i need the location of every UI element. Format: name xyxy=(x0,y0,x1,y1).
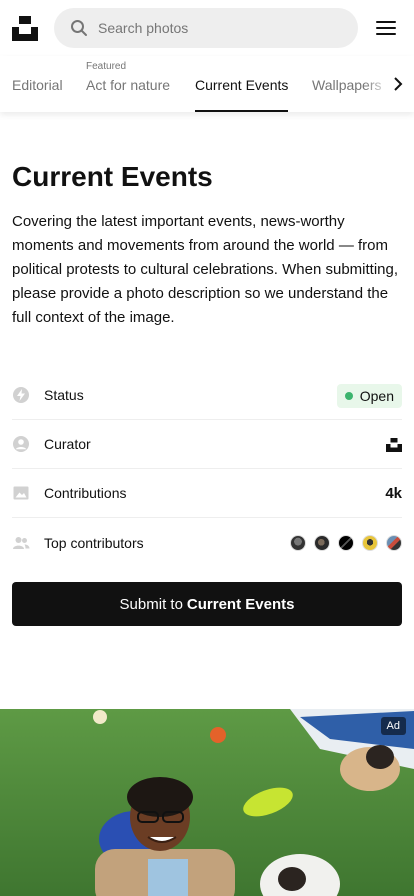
avatar[interactable] xyxy=(290,534,306,551)
page-title: Current Events xyxy=(12,161,213,192)
topic-description: Covering the latest important events, ne… xyxy=(12,213,399,326)
tab-label: Act for nature xyxy=(86,77,171,93)
ad-illustration xyxy=(0,709,414,896)
avatar[interactable] xyxy=(362,534,378,551)
chevron-right-icon[interactable] xyxy=(390,76,406,92)
status-badge: Open xyxy=(336,383,402,408)
submit-prefix: Submit to xyxy=(119,595,183,613)
status-dot xyxy=(344,391,353,400)
active-tab-indicator xyxy=(195,110,288,112)
user-icon xyxy=(12,435,30,453)
search-bar[interactable] xyxy=(54,8,358,48)
menu-icon[interactable] xyxy=(376,21,396,35)
avatar[interactable] xyxy=(386,534,402,551)
users-icon xyxy=(12,534,30,552)
tab-label: Current Events xyxy=(195,77,289,93)
tab-label: Editorial xyxy=(12,77,63,93)
tab-featured-kicker: Featured xyxy=(86,61,127,72)
contributions-count: 4k xyxy=(385,485,402,502)
contributions-label: Contributions xyxy=(44,485,127,501)
submit-button[interactable]: Submit to Current Events xyxy=(12,582,402,626)
lightning-icon xyxy=(12,386,30,404)
ad-badge: Ad xyxy=(380,717,406,735)
top-contributors-label: Top contributors xyxy=(44,534,144,551)
avatar[interactable] xyxy=(338,534,354,551)
top-header xyxy=(0,0,414,56)
ad-image[interactable]: Ad xyxy=(0,709,414,896)
contributions-row: Contributions 4k xyxy=(12,469,402,518)
topic-tabs: Editorial Featured Act for nature Curren… xyxy=(0,56,414,112)
topic-info: Status Open Curator Contributions 4k Top… xyxy=(12,371,402,567)
image-icon xyxy=(12,484,30,502)
avatar[interactable] xyxy=(314,534,330,551)
status-row: Status Open xyxy=(12,371,402,420)
tab-current-events[interactable]: Current Events xyxy=(195,56,288,112)
curator-label: Curator xyxy=(44,436,91,452)
curator-row: Curator xyxy=(12,420,402,469)
search-icon[interactable] xyxy=(70,19,88,37)
submit-topic: Current Events xyxy=(186,595,295,613)
curator-unsplash-logo[interactable] xyxy=(386,437,402,453)
status-value: Open xyxy=(359,387,394,404)
contributor-avatars xyxy=(282,518,402,567)
search-input[interactable] xyxy=(98,20,338,36)
unsplash-logo[interactable] xyxy=(12,15,38,41)
status-label: Status xyxy=(44,387,84,403)
tab-scroll-fade xyxy=(364,56,414,112)
top-contributors-row: Top contributors xyxy=(12,518,402,567)
